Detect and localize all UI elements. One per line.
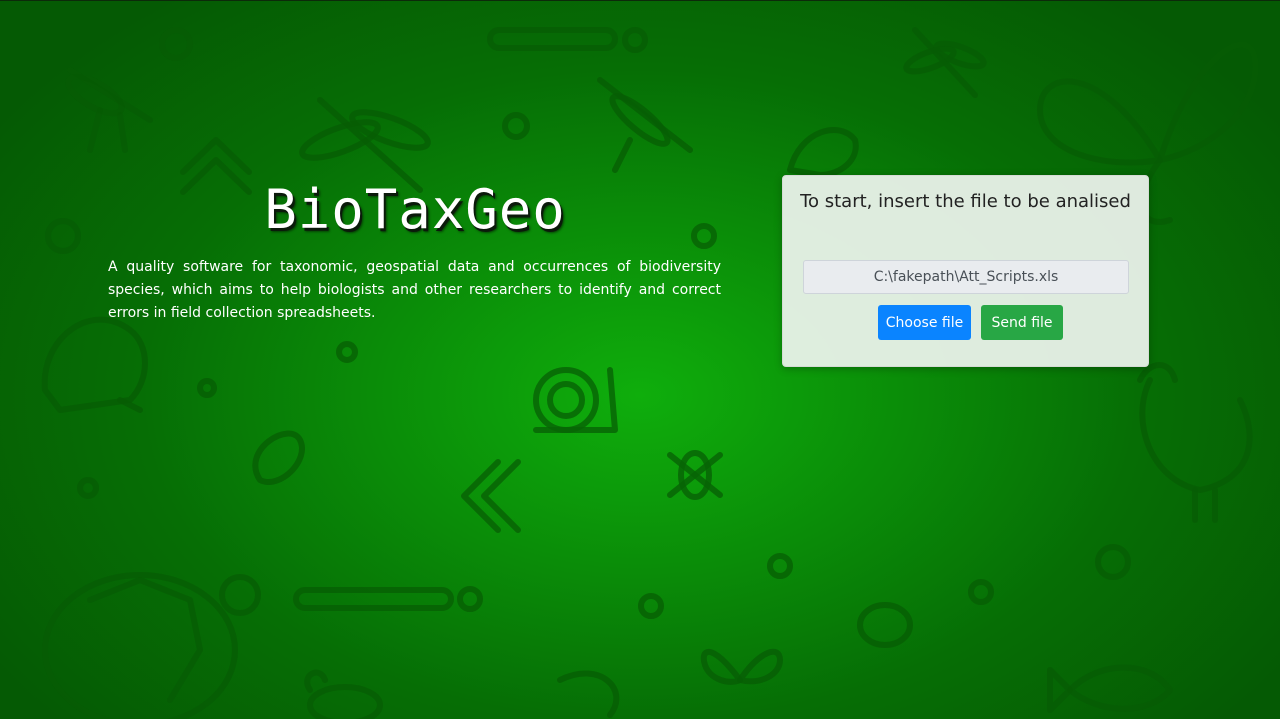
turtle-icon [857,602,913,648]
top-border [0,0,1280,1]
app-description: A quality software for taxonomic, geospa… [108,259,721,321]
rooster-icon [1137,362,1253,523]
beetle-icon [667,450,723,500]
turtle-icon [42,572,261,719]
crab-icon [304,669,383,719]
lizard-icon [252,430,305,485]
app-title: BioTaxGeo [264,178,566,241]
upload-panel: To start, insert the file to be analised… [782,175,1149,367]
mosquito-icon [65,67,153,153]
shrimp-icon [557,670,620,718]
mosquito-icon [597,77,693,173]
fish-icon [1047,664,1173,713]
choose-file-button[interactable]: Choose file [878,305,971,340]
frog-icon [787,127,859,178]
snail-icon [533,367,618,433]
dragonfly-icon [299,97,431,193]
file-path-field[interactable]: C:\fakepath\Att_Scripts.xls [803,260,1129,294]
butterfly-icon [700,648,783,685]
send-file-button[interactable]: Send file [981,305,1063,340]
frog-icon [41,316,148,413]
upload-heading: To start, insert the file to be analised [800,191,1131,212]
dragonfly-icon [903,27,987,98]
double-chevron-left-icon [461,459,521,533]
